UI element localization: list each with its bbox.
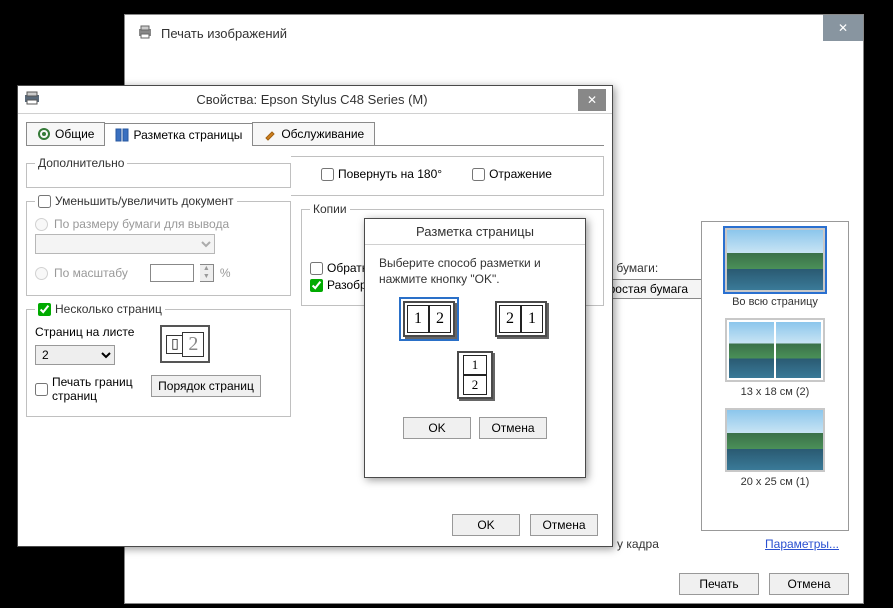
close-icon: ✕: [838, 21, 848, 35]
layout-option-vertical[interactable]: 12: [457, 351, 493, 399]
tab-general[interactable]: Общие: [26, 122, 105, 145]
mirror-checkbox[interactable]: [472, 168, 485, 181]
frame-label: у кадра: [617, 537, 659, 551]
cancel-button[interactable]: Отмена: [530, 514, 598, 536]
template-item[interactable]: 20 x 25 см (1): [706, 408, 844, 488]
additional-fieldset: Дополнительно: [26, 156, 291, 188]
modal-button-bar: OK Отмена: [379, 417, 571, 439]
reduce-enlarge-fieldset: Уменьшить/увеличить документ По размеру …: [26, 194, 291, 296]
main-titlebar: Печать изображений: [125, 15, 863, 51]
ok-button[interactable]: OK: [452, 514, 520, 536]
cancel-button[interactable]: Отмена: [769, 573, 849, 595]
by-scale-radio: [35, 267, 48, 280]
props-titlebar: Свойства: Epson Stylus C48 Series (M) ✕: [18, 86, 612, 114]
template-item[interactable]: Во всю страницу: [706, 228, 844, 308]
print-button[interactable]: Печать: [679, 573, 759, 595]
tab-bar: Общие Разметка страницы Обслуживание: [26, 122, 604, 146]
close-icon: ✕: [587, 93, 597, 107]
multi-page-checkbox[interactable]: [38, 303, 51, 316]
printer-icon: [137, 24, 153, 43]
props-button-bar: OK Отмена: [452, 514, 598, 536]
page-layout-modal: Разметка страницы Выберите способ размет…: [364, 218, 586, 478]
ok-button[interactable]: OK: [403, 417, 471, 439]
printer-icon: [24, 91, 40, 108]
multi-page-fieldset: Несколько страниц Страниц на листе 2 ▯2: [26, 302, 291, 417]
close-button[interactable]: ✕: [578, 89, 606, 111]
template-item[interactable]: 13 x 18 см (2): [706, 318, 844, 398]
reduce-enlarge-checkbox[interactable]: [38, 195, 51, 208]
scale-spinner: ▲▼: [200, 264, 214, 282]
page-order-button[interactable]: Порядок страниц: [151, 375, 261, 397]
pages-per-sheet-label: Страниц на листе: [35, 325, 134, 339]
layout-icon: [115, 128, 129, 142]
pages-layout-icon: ▯2: [160, 325, 210, 363]
template-thumb[interactable]: [725, 408, 825, 472]
main-title: Печать изображений: [161, 26, 857, 41]
wrench-icon: [263, 127, 277, 141]
layout-option-21[interactable]: 21: [495, 301, 547, 337]
scale-input: [150, 264, 194, 282]
output-paper-select: [35, 234, 215, 254]
template-label: 13 x 18 см (2): [706, 386, 844, 398]
gear-icon: [37, 127, 51, 141]
close-button[interactable]: ✕: [823, 15, 863, 41]
pages-per-sheet-select[interactable]: 2: [35, 345, 115, 365]
collate-checkbox[interactable]: [310, 279, 323, 292]
tab-maintenance[interactable]: Обслуживание: [252, 122, 375, 145]
template-list[interactable]: Во всю страницу 13 x 18 см (2) 20 x 25 с…: [701, 221, 849, 531]
reverse-checkbox[interactable]: [310, 262, 323, 275]
modal-message: Выберите способ разметки и нажмите кнопк…: [379, 255, 571, 287]
params-link[interactable]: Параметры...: [765, 537, 839, 551]
template-thumb[interactable]: [725, 318, 825, 382]
additional-right: Повернуть на 180° Отражение: [291, 156, 604, 196]
print-borders-checkbox[interactable]: [35, 383, 48, 396]
modal-titlebar: Разметка страницы: [365, 219, 585, 245]
main-button-bar: Печать Отмена: [679, 573, 849, 595]
cancel-button[interactable]: Отмена: [479, 417, 547, 439]
copies-legend: Копии: [310, 202, 350, 216]
layout-option-12[interactable]: 12: [403, 301, 455, 337]
props-title: Свойства: Epson Stylus C48 Series (M): [46, 92, 578, 107]
template-label: Во всю страницу: [706, 296, 844, 308]
modal-title: Разметка страницы: [371, 224, 579, 239]
rotate-checkbox[interactable]: [321, 168, 334, 181]
template-thumb[interactable]: [725, 228, 825, 292]
additional-legend: Дополнительно: [35, 156, 127, 170]
tab-page-layout[interactable]: Разметка страницы: [104, 123, 253, 146]
by-output-radio: [35, 218, 48, 231]
template-label: 20 x 25 см (1): [706, 476, 844, 488]
